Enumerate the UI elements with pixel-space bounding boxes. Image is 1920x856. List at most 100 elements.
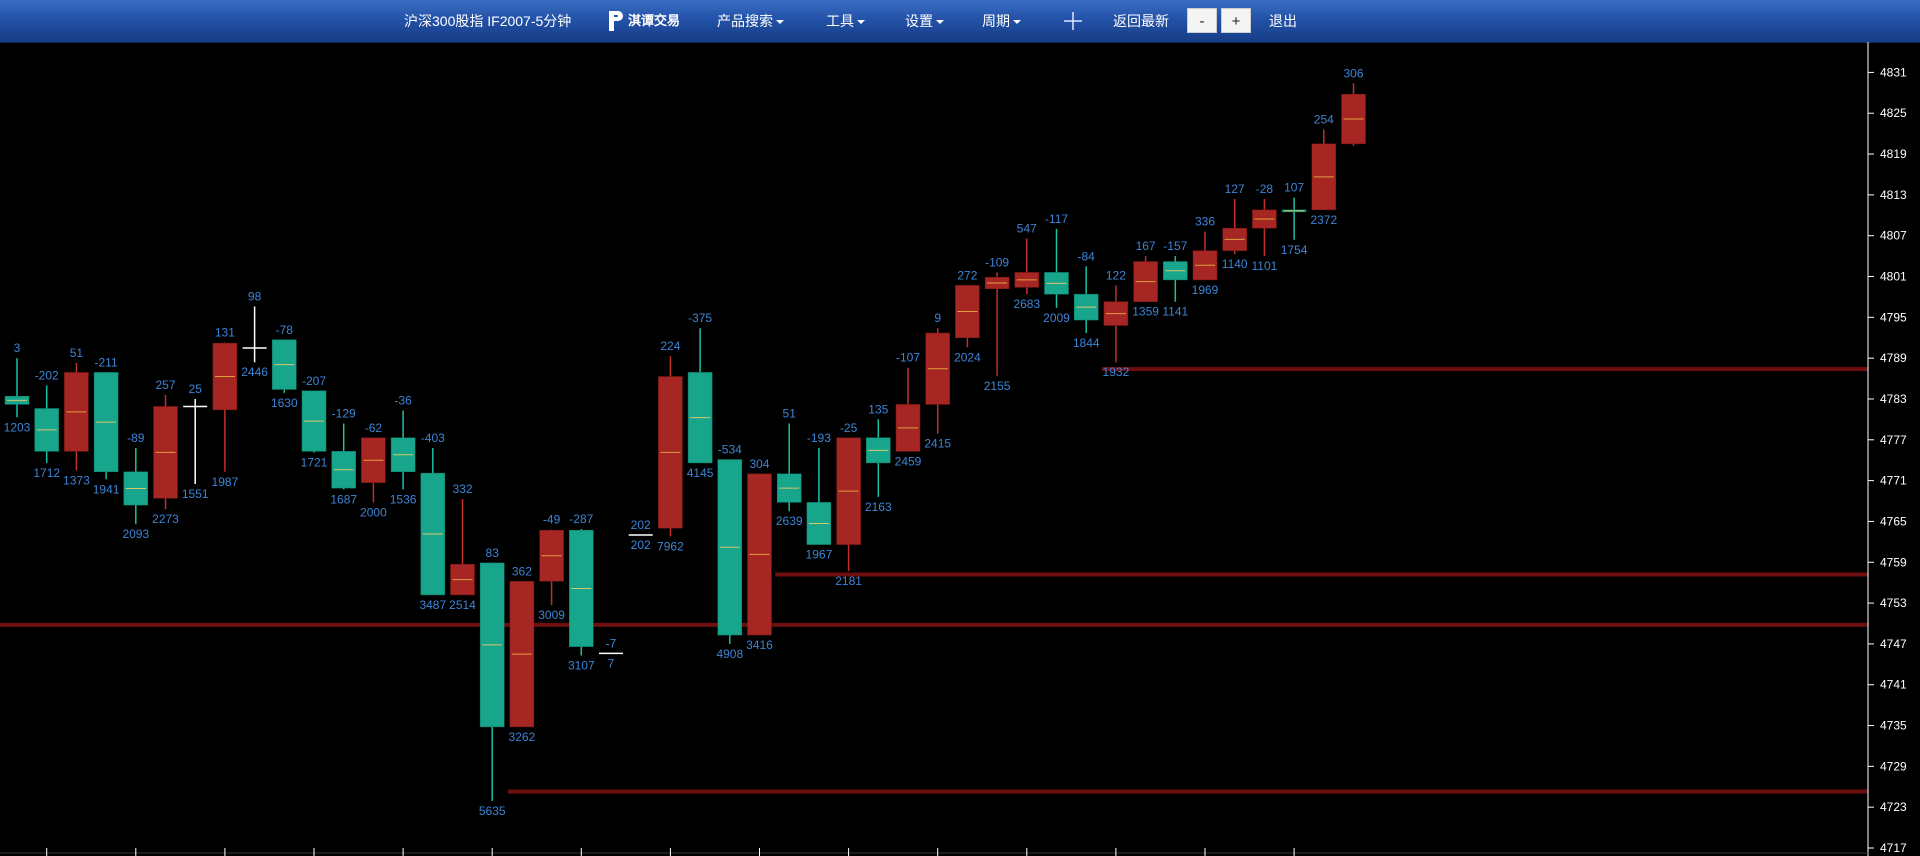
candle-top-label: -62	[365, 421, 383, 435]
price-tick-label: 4753	[1880, 596, 1907, 610]
candle-top-label: -534	[718, 443, 742, 457]
price-tick-label: 4813	[1880, 188, 1907, 202]
candle	[895, 367, 921, 452]
candle	[4, 358, 30, 418]
candle	[272, 339, 297, 393]
candle-top-label: -49	[543, 513, 561, 527]
candle-top-label: 83	[486, 546, 500, 560]
candle-bottom-label: 2683	[1013, 297, 1040, 311]
candle-top-label: -202	[35, 368, 59, 382]
candle-top-label: 122	[1106, 268, 1126, 282]
candle-bottom-label: 4908	[716, 647, 743, 661]
price-tick-label: 4795	[1880, 310, 1907, 324]
candle-bottom-label: 2372	[1310, 213, 1337, 227]
candle	[331, 423, 356, 490]
candle-bottom-label: 1373	[63, 473, 90, 487]
candle-top-label: -287	[569, 512, 593, 526]
candle-bottom-label: 2273	[152, 512, 179, 526]
candle	[836, 437, 861, 572]
candle	[153, 394, 178, 510]
candle-top-label: 257	[155, 378, 175, 392]
level-line	[775, 572, 1869, 577]
candle	[34, 385, 59, 463]
candle-top-label: 272	[957, 268, 977, 282]
candle-bottom-label: 2446	[241, 365, 268, 379]
candle-top-label: -117	[1045, 212, 1068, 226]
candle-bottom-label: 1101	[1251, 259, 1277, 273]
candle	[420, 447, 446, 596]
candle	[1222, 198, 1247, 255]
candle-top-label: -109	[985, 255, 1009, 269]
candle	[658, 356, 683, 537]
candle-top-label: 362	[512, 564, 532, 578]
level-line	[0, 622, 1868, 627]
candle	[776, 423, 802, 512]
candle	[183, 398, 208, 485]
candle-bottom-label: 4145	[687, 466, 714, 480]
candle-top-label: 304	[749, 457, 769, 471]
candle	[390, 410, 416, 490]
candle-labels: 31203-2021712511373-2111941-892093257227…	[4, 66, 1364, 818]
candle	[687, 328, 713, 464]
price-tick-label: 4765	[1880, 514, 1907, 528]
candlestick-chart[interactable]: 31203-2021712511373-2111941-892093257227…	[0, 0, 1920, 856]
candle-bottom-label: 1941	[93, 482, 120, 496]
candle	[717, 459, 743, 644]
candle-bottom-label: 1967	[806, 548, 833, 562]
candle-top-label: -89	[127, 431, 145, 445]
candle-top-label: -107	[896, 351, 920, 365]
price-tick-label: 4783	[1880, 392, 1907, 406]
price-tick-label: 4825	[1880, 106, 1907, 120]
time-axis	[0, 848, 1868, 856]
candle-top-label: 98	[248, 289, 262, 303]
candle-bottom-label: 3262	[509, 730, 536, 744]
price-tick-label: 4741	[1880, 678, 1907, 692]
candle-top-label: -207	[302, 374, 326, 388]
price-tick-label: 4807	[1880, 229, 1907, 243]
candle-bottom-label: 1536	[390, 492, 417, 506]
candle-top-label: 167	[1136, 239, 1156, 253]
candle-top-label: 547	[1017, 221, 1037, 235]
candle	[509, 581, 535, 728]
candle-bottom-label: 1359	[1132, 305, 1159, 319]
candle-top-label: 25	[189, 382, 203, 396]
candle-top-label: -375	[688, 311, 712, 325]
candle-bottom-label: 1844	[1073, 336, 1100, 350]
candle-top-label: 107	[1284, 181, 1304, 195]
candle-top-label: -211	[95, 355, 118, 369]
candle-top-label: -129	[332, 406, 356, 420]
candle-bottom-label: 1932	[1103, 365, 1130, 379]
candle	[806, 447, 832, 545]
candle-bottom-label: 2639	[776, 514, 803, 528]
price-tick-label: 4819	[1880, 147, 1907, 161]
candle	[301, 390, 327, 453]
candle-bottom-label: 1721	[301, 456, 328, 470]
candle-bottom-label: 2155	[984, 379, 1011, 393]
candle-bottom-label: 1754	[1281, 243, 1308, 257]
candle-top-label: 135	[868, 402, 888, 416]
candle-top-label: -78	[276, 323, 294, 337]
candle-bottom-label: 1203	[4, 420, 31, 434]
candle	[242, 306, 267, 363]
price-tick-label: 4723	[1880, 800, 1907, 814]
candle-bottom-label: 7	[608, 656, 615, 670]
candle-top-label: 51	[70, 346, 84, 360]
candle	[925, 328, 950, 434]
candle-bottom-label: 2024	[954, 350, 981, 364]
candle-top-label: -25	[840, 421, 858, 435]
candle-bottom-label: 1630	[271, 396, 298, 410]
candle-bottom-label: 3107	[568, 658, 595, 672]
level-lines	[0, 367, 1869, 794]
candle	[539, 529, 564, 606]
candle-top-label: -28	[1256, 182, 1274, 196]
candle-bottom-label: 3009	[538, 608, 565, 622]
candle-bottom-label: 2415	[924, 437, 951, 451]
candle	[1014, 238, 1040, 295]
price-tick-label: 4729	[1880, 759, 1907, 773]
candle	[123, 447, 149, 525]
candles	[4, 83, 1366, 802]
candle	[1311, 129, 1337, 211]
price-tick-label: 4831	[1880, 65, 1907, 79]
candle-bottom-label: 5635	[479, 804, 506, 818]
candle-bottom-label: 2459	[895, 454, 922, 468]
